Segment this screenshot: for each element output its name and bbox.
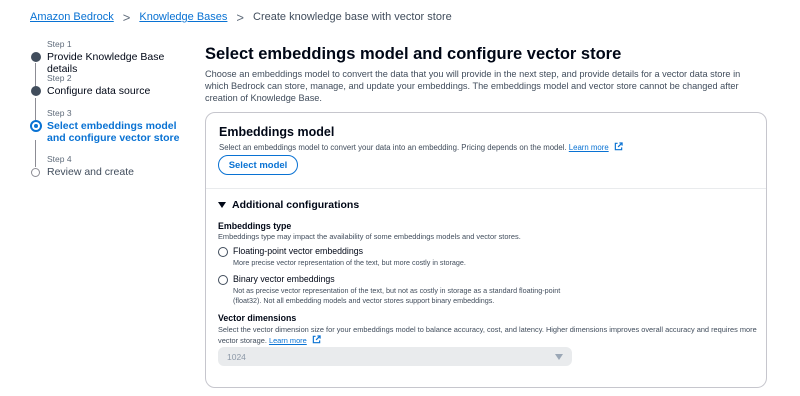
breadcrumb-current: Create knowledge base with vector store: [253, 11, 452, 23]
page-title: Select embeddings model and configure ve…: [205, 45, 622, 63]
radio-option-binary[interactable]: Binary vector embeddings Not as precise …: [218, 274, 578, 306]
section-divider: [206, 188, 766, 189]
step-number: Step 4: [47, 154, 72, 164]
embeddings-description: Select an embeddings model to convert yo…: [219, 142, 623, 152]
embeddings-heading: Embeddings model: [219, 125, 335, 139]
radio-option-floating-point[interactable]: Floating-point vector embeddings More pr…: [218, 246, 578, 268]
embeddings-description-text: Select an embeddings model to convert yo…: [219, 143, 567, 152]
step-number: Step 1: [47, 39, 72, 49]
step-label: Provide Knowledge Base details: [47, 51, 165, 75]
radio-label: Floating-point vector embeddings: [233, 246, 364, 256]
additional-configurations-label: Additional configurations: [232, 199, 360, 211]
external-link-icon[interactable]: [312, 335, 321, 344]
vector-dimensions-description: Select the vector dimension size for you…: [218, 325, 758, 346]
breadcrumb: Amazon Bedrock > Knowledge Bases > Creat…: [30, 9, 452, 25]
step-complete-icon: [31, 86, 41, 96]
step-3: Step 3 Select embeddings model and confi…: [30, 108, 180, 144]
chevron-right-icon: >: [236, 9, 245, 25]
step-label: Select embeddings model and configure ve…: [47, 120, 180, 144]
step-complete-icon: [31, 52, 41, 62]
step-4: Step 4 Review and create: [30, 154, 180, 178]
step-2[interactable]: Step 2 Configure data source: [30, 73, 180, 97]
embeddings-type-label: Embeddings type: [218, 221, 292, 231]
learn-more-link[interactable]: Learn more: [269, 336, 307, 345]
external-link-icon[interactable]: [614, 142, 623, 151]
step-current-icon: [30, 120, 42, 132]
learn-more-link[interactable]: Learn more: [569, 143, 609, 152]
radio-description: More precise vector representation of th…: [233, 258, 466, 267]
breadcrumb-amazon-bedrock[interactable]: Amazon Bedrock: [30, 11, 114, 23]
step-number: Step 3: [47, 108, 72, 118]
page-description: Choose an embeddings model to convert th…: [205, 69, 741, 103]
embeddings-type-field: Embeddings type Embeddings type may impa…: [218, 221, 578, 306]
caret-down-icon: [218, 202, 226, 208]
embeddings-section: Embeddings model Select an embeddings mo…: [219, 125, 623, 152]
vector-dimensions-value: 1024: [227, 351, 246, 362]
step-pending-icon: [31, 168, 40, 177]
vector-dimensions-field: Vector dimensions Select the vector dime…: [218, 313, 758, 346]
select-model-button[interactable]: Select model: [218, 155, 298, 175]
embeddings-type-description: Embeddings type may impact the availabil…: [218, 232, 521, 241]
vector-dimensions-select: 1024: [218, 347, 572, 366]
radio-label: Binary vector embeddings: [233, 274, 335, 284]
caret-down-icon: [555, 353, 563, 360]
step-1[interactable]: Step 1 Provide Knowledge Base details: [30, 39, 180, 75]
step-number: Step 2: [47, 73, 72, 83]
embeddings-container: Embeddings model Select an embeddings mo…: [205, 112, 767, 388]
step-label: Configure data source: [47, 85, 151, 97]
radio-description: Not as precise vector representation of …: [233, 286, 561, 305]
radio-button[interactable]: [218, 275, 228, 285]
breadcrumb-knowledge-bases[interactable]: Knowledge Bases: [139, 11, 227, 23]
main-header: Select embeddings model and configure ve…: [205, 44, 765, 104]
step-label: Review and create: [47, 166, 134, 178]
radio-button[interactable]: [218, 247, 228, 257]
vector-dimensions-label: Vector dimensions: [218, 313, 297, 323]
additional-configurations-toggle[interactable]: Additional configurations: [218, 199, 359, 211]
chevron-right-icon: >: [122, 9, 131, 25]
